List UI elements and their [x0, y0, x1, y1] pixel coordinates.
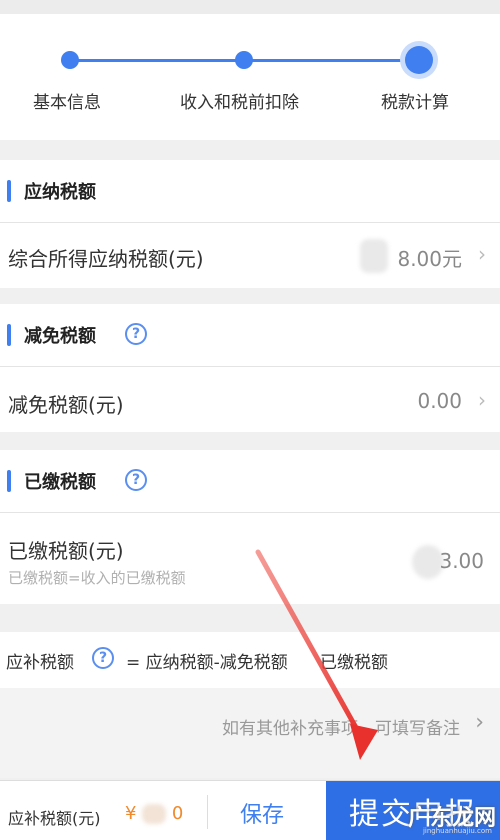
row-value-taxable: 8.00元: [397, 247, 462, 271]
formula-row: 应补税额 ? = 应纳税额-减免税额 已缴税额: [0, 632, 500, 688]
divider: [207, 795, 208, 829]
step-label-basic-info[interactable]: 基本信息: [33, 88, 101, 113]
step-label-income-deduction[interactable]: 收入和税前扣除: [180, 88, 299, 113]
section-title-paid: 已缴税额: [24, 472, 96, 493]
section-reduction-header: 减免税额 ?: [0, 304, 500, 366]
top-strip: [0, 0, 500, 14]
help-icon[interactable]: ?: [125, 469, 147, 491]
amount-digit: 0: [171, 803, 184, 824]
step-dot-2[interactable]: [235, 51, 253, 69]
step-dot-1[interactable]: [61, 51, 79, 69]
redacted-blur: [142, 804, 167, 824]
amount-due-label: 应补税额(元): [8, 809, 101, 828]
step-connector-1: [70, 59, 244, 62]
section-accent-bar: [7, 324, 11, 346]
formula-text: = 应纳税额-减免税额: [126, 653, 288, 673]
note-text: 如有其他补充事项，可填写备注: [222, 719, 460, 739]
row-sub-formula: 已缴税额=收入的已缴税额: [8, 569, 186, 587]
help-icon[interactable]: ?: [125, 323, 147, 345]
help-icon[interactable]: ?: [92, 647, 114, 669]
section-taxable-header: 应纳税额: [0, 160, 500, 222]
row-label: 综合所得应纳税额(元): [8, 247, 204, 271]
step-connector-2: [244, 59, 418, 62]
row-label: 已缴税额(元): [8, 539, 124, 563]
bottom-action-bar: 应补税额(元) ¥ 0 保存 提交申报: [0, 780, 500, 840]
row-reduction-amount[interactable]: 减免税额(元) 0.00 ›: [0, 366, 500, 432]
step-label-tax-calc[interactable]: 税款计算: [381, 88, 449, 113]
row-paid-amount[interactable]: 已缴税额(元) 已缴税额=收入的已缴税额 3.00: [0, 512, 500, 604]
submit-declaration-button[interactable]: 提交申报: [326, 781, 500, 840]
row-value-paid: 3.00: [439, 549, 484, 573]
section-accent-bar: [7, 470, 11, 492]
chevron-right-icon: ›: [475, 710, 484, 735]
section-title-taxable: 应纳税额: [24, 182, 96, 203]
currency-symbol: ¥: [125, 803, 137, 824]
section-accent-bar: [7, 180, 11, 202]
note-row[interactable]: 如有其他补充事项，可填写备注 ›: [0, 688, 500, 778]
formula-label: 应补税额: [6, 653, 74, 673]
chevron-right-icon: ›: [478, 388, 486, 412]
section-paid-header: 已缴税额 ?: [0, 450, 500, 512]
chevron-right-icon: ›: [478, 242, 486, 266]
formula-text-paid: 已缴税额: [320, 653, 388, 673]
redacted-blur: [360, 239, 388, 273]
step-dot-3-active[interactable]: [405, 46, 433, 74]
row-value-reduction: 0.00: [417, 389, 462, 413]
save-button[interactable]: 保存: [240, 797, 284, 829]
amount-due-value: ¥ 0: [125, 803, 183, 824]
row-taxable-amount[interactable]: 综合所得应纳税额(元) 8.00元 ›: [0, 222, 500, 288]
section-title-reduction: 减免税额: [24, 326, 96, 347]
progress-stepper: 基本信息 收入和税前扣除 税款计算: [0, 14, 500, 140]
row-label: 减免税额(元): [8, 393, 124, 417]
